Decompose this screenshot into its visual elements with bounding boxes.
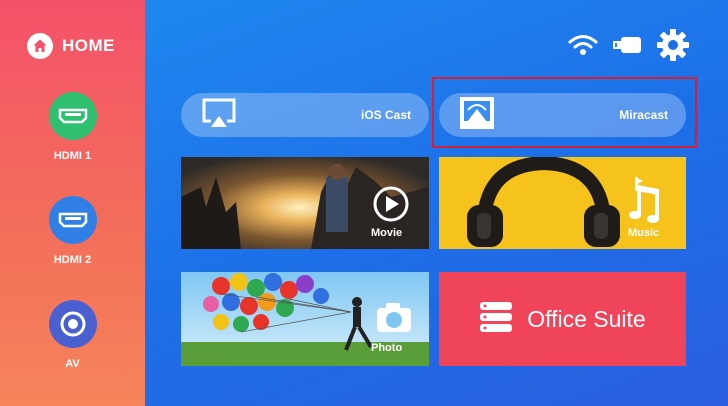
status-bar [568, 28, 690, 67]
usb-icon [612, 35, 642, 60]
hdmi-icon [48, 92, 97, 140]
office-icon [479, 301, 513, 338]
music-label: Music [628, 227, 660, 239]
source-av-label: AV [65, 358, 80, 370]
airplay-icon [201, 97, 237, 134]
selection-highlight [432, 77, 697, 148]
movie-label: Movie [371, 227, 403, 239]
source-hdmi1-label: HDMI 1 [53, 150, 92, 162]
home-icon [27, 33, 53, 59]
source-hdmi1-button[interactable]: HDMI 1 [0, 92, 145, 162]
home-label: HOME [62, 36, 115, 55]
home-button[interactable]: HOME [27, 33, 115, 59]
ios-cast-button[interactable]: iOS Cast [181, 93, 429, 137]
gear-icon[interactable] [656, 28, 690, 67]
wifi-icon [568, 34, 598, 61]
photo-tile[interactable]: Photo [181, 272, 429, 366]
music-tile[interactable]: Music [439, 157, 686, 249]
source-hdmi2-label: HDMI 2 [53, 254, 92, 266]
av-icon [48, 300, 97, 348]
ios-cast-label: iOS Cast [360, 108, 411, 122]
movie-tile[interactable]: Movie [181, 157, 429, 249]
photo-label: Photo [371, 342, 403, 354]
source-hdmi2-button[interactable]: HDMI 2 [0, 196, 145, 266]
office-suite-tile[interactable]: Office Suite [439, 272, 686, 366]
hdmi-icon [48, 196, 97, 244]
office-suite-label: Office Suite [527, 305, 646, 332]
sidebar: HOME HDMI 1 HDMI 2 AV [0, 0, 145, 406]
source-av-button[interactable]: AV [0, 300, 145, 370]
